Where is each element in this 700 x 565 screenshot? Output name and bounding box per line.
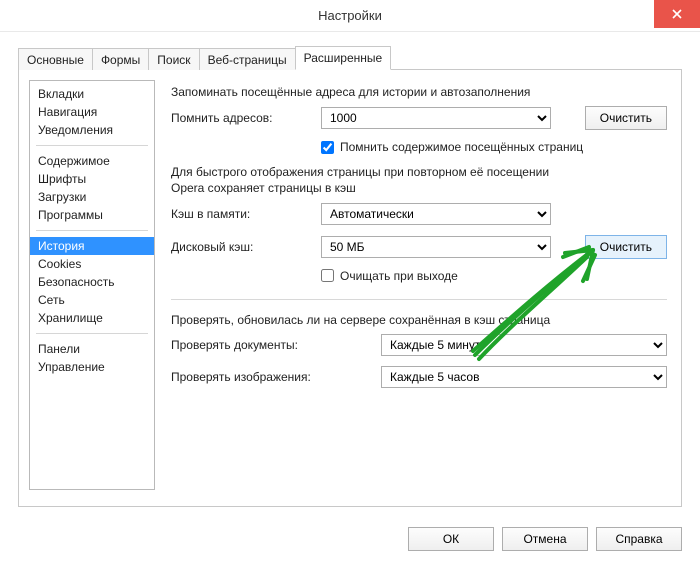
close-button[interactable] — [654, 0, 700, 28]
sidebar-separator — [36, 333, 148, 334]
sidebar-item[interactable]: Загрузки — [30, 188, 154, 206]
tab-4[interactable]: Расширенные — [295, 46, 392, 70]
disk-cache-label: Дисковый кэш: — [171, 240, 321, 254]
sidebar-item[interactable]: Уведомления — [30, 121, 154, 139]
window-title: Настройки — [318, 8, 382, 23]
sidebar-item[interactable]: Вкладки — [30, 85, 154, 103]
close-icon — [672, 9, 682, 19]
check-docs-label: Проверять документы: — [171, 338, 381, 352]
sidebar-item[interactable]: История — [30, 237, 154, 255]
remember-content-checkbox[interactable] — [321, 141, 334, 154]
sidebar-item[interactable]: Сеть — [30, 291, 154, 309]
sidebar-separator — [36, 145, 148, 146]
settings-area: Запоминать посещённые адреса для истории… — [155, 80, 671, 490]
cancel-button[interactable]: Отмена — [502, 527, 588, 551]
check-imgs-select[interactable]: Каждые 5 часов — [381, 366, 667, 388]
check-imgs-label: Проверять изображения: — [171, 370, 381, 384]
disk-cache-select[interactable]: 50 МБ — [321, 236, 551, 258]
titlebar: Настройки — [0, 0, 700, 32]
remember-addresses-label: Помнить адресов: — [171, 111, 321, 125]
check-docs-select[interactable]: Каждые 5 минут — [381, 334, 667, 356]
remember-content-label[interactable]: Помнить содержимое посещённых страниц — [340, 140, 583, 154]
dialog-footer: ОК Отмена Справка — [0, 519, 700, 563]
sidebar-item[interactable]: Cookies — [30, 255, 154, 273]
ok-button[interactable]: ОК — [408, 527, 494, 551]
clear-cache-button[interactable]: Очистить — [585, 235, 667, 259]
cache-description: Для быстрого отображения страницы при по… — [171, 164, 551, 196]
tab-3[interactable]: Веб-страницы — [199, 48, 296, 70]
help-button[interactable]: Справка — [596, 527, 682, 551]
remember-header: Запоминать посещённые адреса для истории… — [171, 84, 667, 100]
divider — [171, 299, 667, 300]
sidebar-item[interactable]: Управление — [30, 358, 154, 376]
tab-0[interactable]: Основные — [18, 48, 93, 70]
sidebar-item[interactable]: Содержимое — [30, 152, 154, 170]
sidebar-item[interactable]: Панели — [30, 340, 154, 358]
tabs-strip: ОсновныеФормыПоискВеб-страницыРасширенны… — [18, 46, 682, 70]
sidebar-separator — [36, 230, 148, 231]
clear-on-exit-label[interactable]: Очищать при выходе — [340, 269, 458, 283]
tab-1[interactable]: Формы — [92, 48, 149, 70]
memory-cache-label: Кэш в памяти: — [171, 207, 321, 221]
tab-panel: ВкладкиНавигацияУведомления СодержимоеШри… — [18, 70, 682, 507]
tab-2[interactable]: Поиск — [148, 48, 199, 70]
clear-history-button[interactable]: Очистить — [585, 106, 667, 130]
sidebar-item[interactable]: Безопасность — [30, 273, 154, 291]
check-header: Проверять, обновилась ли на сервере сохр… — [171, 312, 667, 328]
sidebar: ВкладкиНавигацияУведомления СодержимоеШри… — [29, 80, 155, 490]
sidebar-item[interactable]: Хранилище — [30, 309, 154, 327]
clear-on-exit-checkbox[interactable] — [321, 269, 334, 282]
sidebar-item[interactable]: Программы — [30, 206, 154, 224]
remember-addresses-select[interactable]: 1000 — [321, 107, 551, 129]
memory-cache-select[interactable]: Автоматически — [321, 203, 551, 225]
sidebar-item[interactable]: Навигация — [30, 103, 154, 121]
sidebar-item[interactable]: Шрифты — [30, 170, 154, 188]
